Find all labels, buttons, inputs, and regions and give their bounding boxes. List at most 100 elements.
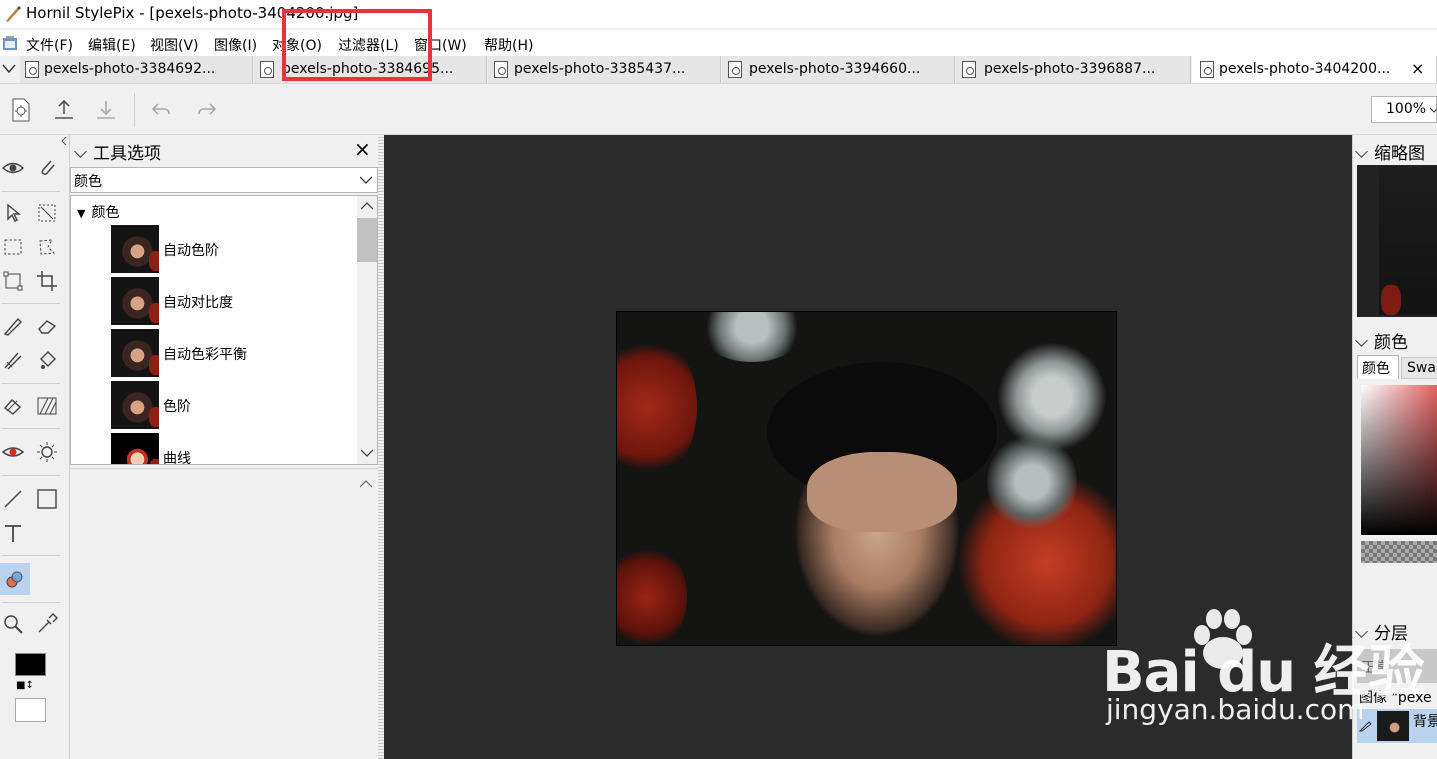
color-picker-field[interactable]: [1361, 385, 1437, 535]
swatches-tab-label: Swa: [1407, 360, 1436, 376]
tab-document-3[interactable]: pexels-photo-3385437...: [488, 56, 721, 83]
app-menu-icon[interactable]: [2, 35, 18, 55]
undo-icon: [150, 99, 172, 125]
rect-select-icon[interactable]: [0, 234, 26, 260]
zoom-value: 100%: [1386, 101, 1427, 117]
crop-frame-icon[interactable]: [0, 268, 26, 294]
tool-separator: [2, 191, 60, 192]
menu-file[interactable]: 文件(F): [26, 35, 73, 55]
menu-help[interactable]: 帮助(H): [484, 35, 533, 55]
scroll-up-icon[interactable]: [361, 202, 373, 210]
lasso-icon[interactable]: [34, 234, 60, 260]
brush-icon[interactable]: [0, 313, 26, 339]
export-icon[interactable]: [52, 98, 76, 126]
filter-thumbnail: [111, 329, 159, 377]
tab-list-chevron-icon[interactable]: [2, 62, 16, 80]
eyedropper-icon[interactable]: [34, 611, 60, 637]
filter-item-label: 曲线: [163, 451, 191, 465]
crop-icon[interactable]: [34, 268, 60, 294]
swap-colors-icon[interactable]: ■↕: [16, 680, 34, 691]
panel-divider: [70, 468, 380, 469]
image-file-icon: [962, 61, 976, 78]
collapse-chevron-icon: [1355, 145, 1368, 158]
zoom-tool-icon[interactable]: [0, 611, 26, 637]
tab-close-button[interactable]: ×: [1411, 56, 1424, 82]
line-tool-icon[interactable]: [0, 486, 26, 512]
tool-separator: [2, 475, 60, 476]
tool-separator: [2, 555, 60, 556]
thumbnail-header[interactable]: 缩略图: [1355, 139, 1425, 164]
background-color-swatch[interactable]: [15, 698, 46, 722]
expand-up-icon[interactable]: [360, 480, 372, 488]
pattern-icon[interactable]: [34, 393, 60, 419]
menu-view[interactable]: 视图(V): [150, 35, 199, 55]
smudge-icon[interactable]: [0, 393, 26, 419]
image-file-icon: [25, 61, 39, 78]
collapse-chevron-icon: [74, 145, 87, 158]
alpha-slider[interactable]: [1361, 541, 1437, 563]
close-panel-button[interactable]: ×: [354, 137, 371, 161]
text-tool-icon[interactable]: [0, 520, 26, 546]
thumbnail-view[interactable]: [1357, 165, 1437, 317]
title-bar: Hornil StylePix - [pexels-photo-3404200.…: [0, 0, 1437, 28]
filter-item-auto-color-balance[interactable]: 自动色彩平衡: [111, 329, 356, 379]
tab-document-5[interactable]: pexels-photo-3396887...: [956, 56, 1191, 83]
red-eye-icon[interactable]: [0, 439, 26, 465]
tool-separator: [2, 602, 60, 603]
main-toolbar: 100%: [0, 85, 1437, 135]
transform-selection-icon[interactable]: [34, 200, 60, 226]
image-file-icon: [1200, 61, 1214, 78]
filter-list-scrollbar[interactable]: [357, 196, 377, 464]
tab-label: pexels-photo-3404200...: [1219, 61, 1391, 77]
menu-edit[interactable]: 编辑(E): [88, 35, 136, 55]
filter-item-levels[interactable]: 色阶: [111, 381, 356, 431]
pointer-icon[interactable]: [0, 200, 26, 226]
zoom-dropdown-icon[interactable]: [1430, 106, 1437, 114]
app-logo-icon: [4, 5, 22, 27]
new-document-icon[interactable]: [10, 98, 32, 126]
filter-item-auto-levels[interactable]: 自动色阶: [111, 225, 356, 275]
filter-group-color[interactable]: ▼ 颜色: [77, 202, 119, 222]
baidu-watermark-url: jingyan.baidu.com: [1106, 693, 1365, 726]
filter-item-label: 自动对比度: [163, 295, 233, 311]
filter-item-auto-contrast[interactable]: 自动对比度: [111, 277, 356, 327]
tab-label: pexels-photo-3385437...: [514, 61, 686, 77]
menu-image[interactable]: 图像(I): [214, 35, 257, 55]
filter-item-label: 自动色彩平衡: [163, 347, 247, 363]
tool-separator: [2, 383, 60, 384]
document-image[interactable]: [616, 311, 1117, 646]
category-dropdown-value: 颜色: [74, 174, 102, 190]
color-tab-swatches[interactable]: Swa: [1401, 357, 1437, 379]
color-effect-tool-icon[interactable]: [0, 563, 30, 595]
scrollbar-thumb[interactable]: [357, 218, 377, 262]
clone-stamp-icon[interactable]: [0, 347, 26, 373]
color-header[interactable]: 颜色: [1355, 328, 1408, 353]
fill-bucket-icon[interactable]: [34, 347, 60, 373]
document-tabs: pexels-photo-3384692... pexels-photo-338…: [0, 56, 1437, 84]
tool-options-header[interactable]: 工具选项: [74, 139, 161, 164]
paperclip-icon[interactable]: [34, 155, 60, 181]
category-dropdown[interactable]: 颜色: [70, 167, 378, 193]
collapse-chevron-icon: [1355, 334, 1368, 347]
foreground-color-swatch[interactable]: [15, 653, 46, 676]
shape-tool-icon[interactable]: [34, 486, 60, 512]
tab-document-1[interactable]: pexels-photo-3384692...: [20, 56, 253, 83]
filter-thumbnail: [111, 433, 159, 464]
tool-options-panel: 工具选项 × 颜色 ▼ 颜色 自动色阶 自动对比度 自动色彩平衡 色阶 曲线: [70, 135, 380, 759]
menu-bar: 文件(F) 编辑(E) 视图(V) 图像(I) 对象(O) 过滤器(L) 窗口(…: [0, 30, 1437, 56]
tab-document-6[interactable]: pexels-photo-3404200... ×: [1192, 56, 1437, 83]
eye-icon[interactable]: [0, 155, 26, 181]
tab-document-4[interactable]: pexels-photo-3394660...: [722, 56, 955, 83]
scroll-down-icon[interactable]: [361, 449, 373, 457]
white-flower-mid: [987, 432, 1077, 532]
filter-item-curves[interactable]: 曲线: [111, 433, 356, 465]
brightness-icon[interactable]: [34, 439, 60, 465]
zoom-input[interactable]: 100%: [1371, 96, 1437, 123]
redo-icon: [196, 99, 218, 125]
thumbnail-title: 缩略图: [1374, 144, 1425, 164]
eraser-icon[interactable]: [34, 313, 60, 339]
filter-thumbnail: [111, 277, 159, 325]
color-tab-color[interactable]: 颜色: [1357, 355, 1399, 379]
image-file-icon: [260, 61, 274, 78]
collapse-icon[interactable]: [60, 137, 68, 145]
